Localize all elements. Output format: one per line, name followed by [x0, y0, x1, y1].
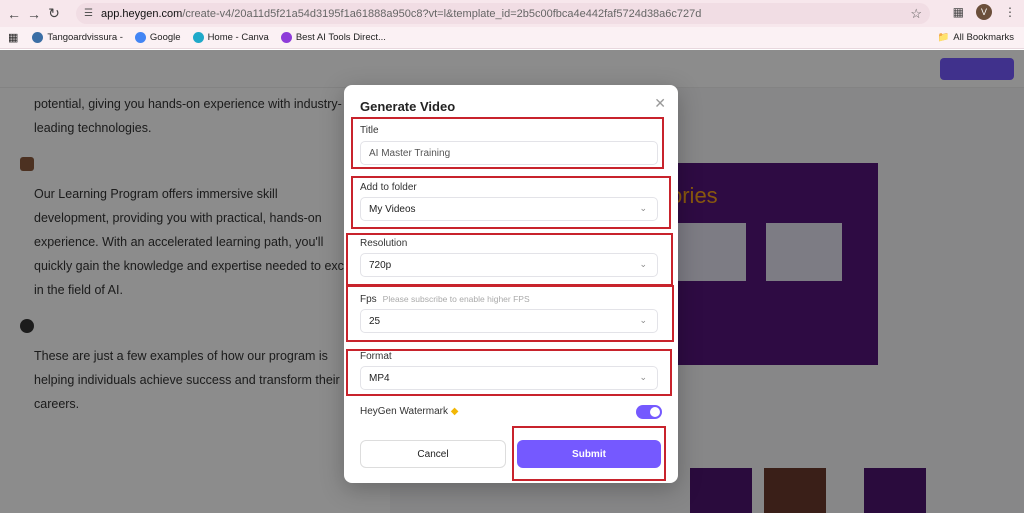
toggle-knob	[650, 407, 660, 417]
url-path: /create-v4/20a11d5f21a54d3195f1a61888a95…	[182, 7, 702, 20]
annotation-box	[346, 233, 673, 286]
forward-icon[interactable]: →	[24, 4, 44, 24]
annotation-box	[351, 176, 671, 229]
url-text: app.heygen.com/create-v4/20a11d5f21a54d3…	[101, 8, 701, 20]
cancel-button[interactable]: Cancel	[360, 440, 506, 468]
all-bookmarks-label: All Bookmarks	[953, 32, 1014, 43]
url-host: app.heygen.com	[100, 7, 183, 20]
bookmark-item[interactable]: Tangoardvissura -	[32, 32, 123, 43]
bookmark-item[interactable]: Home - Canva	[192, 32, 269, 43]
apps-grid-icon[interactable]: ▦	[8, 31, 18, 44]
watermark-text: HeyGen Watermark	[360, 406, 448, 417]
bookmark-item[interactable]: Best AI Tools Direct...	[280, 32, 386, 43]
bookmark-label: Best AI Tools Direct...	[295, 32, 386, 43]
extensions-icon[interactable]: ▦	[953, 5, 964, 19]
bookmark-star-icon[interactable]: ☆	[910, 6, 922, 22]
address-bar[interactable]: ☰ app.heygen.com/create-v4/20a11d5f21a54…	[76, 3, 930, 24]
folder-icon: 📁	[937, 32, 950, 43]
annotation-box	[346, 349, 672, 396]
close-icon[interactable]: ✕	[654, 95, 666, 112]
annotation-box	[346, 285, 674, 342]
ai-tools-icon	[280, 32, 292, 43]
bookmark-label: Tangoardvissura -	[47, 32, 123, 43]
watermark-toggle[interactable]	[636, 405, 662, 419]
browser-toolbar: ← → ↻ ☰ app.heygen.com/create-v4/20a11d5…	[0, 0, 1024, 27]
reload-icon[interactable]: ↻	[44, 4, 64, 24]
diamond-icon: ◆	[450, 406, 459, 417]
wordpress-icon	[32, 32, 44, 43]
annotation-box	[512, 426, 666, 481]
browser-actions: ▦ V ⋮	[953, 4, 1016, 20]
google-icon	[134, 32, 146, 43]
watermark-label: HeyGen Watermark ◆	[360, 406, 458, 417]
profile-avatar[interactable]: V	[976, 4, 992, 20]
menu-icon[interactable]: ⋮	[1004, 5, 1016, 19]
screenshot-root: ← → ↻ ☰ app.heygen.com/create-v4/20a11d5…	[0, 0, 1024, 513]
bookmark-label: Google	[149, 32, 181, 43]
canva-icon	[192, 32, 204, 43]
back-icon[interactable]: ←	[4, 4, 24, 24]
site-info-icon[interactable]: ☰	[84, 8, 93, 19]
bookmark-label: Home - Canva	[207, 32, 269, 43]
bookmarks-bar: ▦ Tangoardvissura - Google Home - Canva …	[0, 27, 1024, 49]
annotation-box	[351, 117, 664, 169]
dialog-title: Generate Video	[360, 99, 456, 114]
bookmark-item[interactable]: Google	[134, 32, 181, 43]
all-bookmarks[interactable]: 📁 All Bookmarks	[937, 32, 1014, 43]
